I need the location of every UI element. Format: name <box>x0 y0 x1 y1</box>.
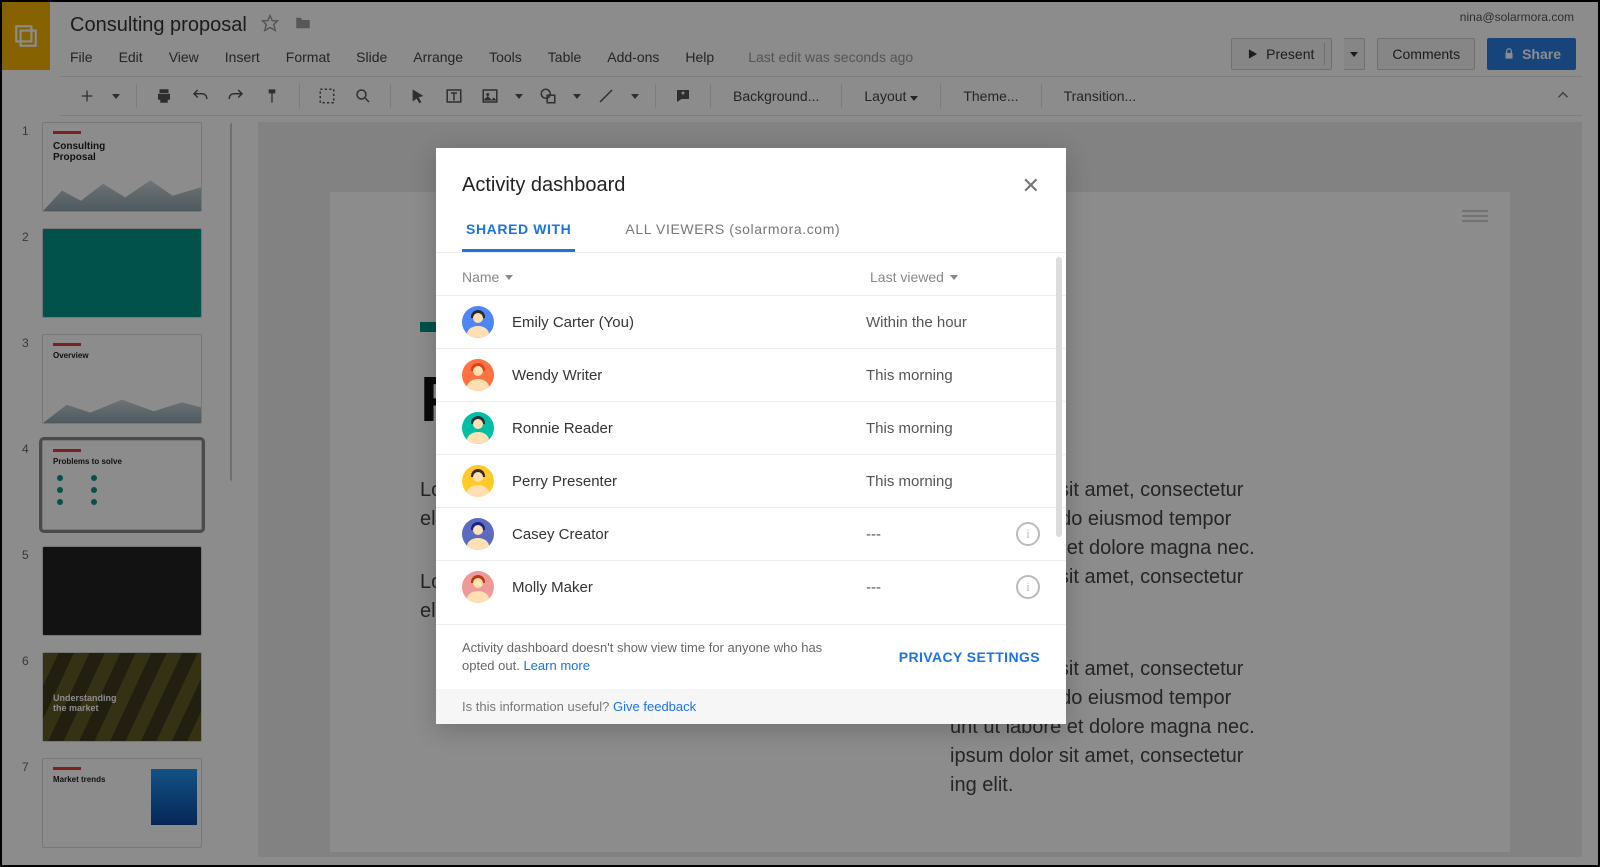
avatar <box>462 465 494 497</box>
app-window: Consulting proposal nina@solarmora.com F… <box>0 0 1600 867</box>
avatar <box>462 571 494 603</box>
activity-dashboard-dialog: Activity dashboard ✕ SHARED WITH ALL VIE… <box>436 148 1066 724</box>
viewer-row[interactable]: Perry PresenterThis morning <box>436 454 1066 507</box>
viewer-name: Casey Creator <box>512 526 866 543</box>
viewer-last-viewed: --- <box>866 579 1016 596</box>
learn-more-link[interactable]: Learn more <box>523 658 589 673</box>
dialog-body: Name Last viewed Emily Carter (You)Withi… <box>436 253 1066 624</box>
viewer-name: Wendy Writer <box>512 367 866 384</box>
viewer-name: Emily Carter (You) <box>512 314 866 331</box>
viewer-name: Perry Presenter <box>512 473 866 490</box>
viewer-last-viewed: --- <box>866 526 1016 543</box>
viewer-row[interactable]: Ronnie ReaderThis morning <box>436 401 1066 454</box>
avatar <box>462 412 494 444</box>
column-name[interactable]: Name <box>462 269 870 285</box>
viewer-row[interactable]: Emily Carter (You)Within the hour <box>436 295 1066 348</box>
column-last-viewed[interactable]: Last viewed <box>870 269 1040 285</box>
close-icon[interactable]: ✕ <box>1022 175 1040 197</box>
dialog-footer: Is this information useful? Give feedbac… <box>436 689 1066 724</box>
dialog-tabs: SHARED WITH ALL VIEWERS (solarmora.com) <box>436 211 1066 253</box>
sort-caret-icon <box>505 275 513 280</box>
privacy-settings-button[interactable]: PRIVACY SETTINGS <box>899 649 1040 665</box>
viewer-name: Molly Maker <box>512 579 866 596</box>
viewer-last-viewed: This morning <box>866 420 1016 437</box>
feedback-prompt: Is this information useful? <box>462 699 613 714</box>
opt-out-note: Activity dashboard doesn't show view tim… <box>462 639 842 675</box>
viewer-row[interactable]: Molly Maker---i <box>436 560 1066 613</box>
avatar <box>462 306 494 338</box>
sort-caret-icon <box>950 275 958 280</box>
info-icon[interactable]: i <box>1016 575 1040 599</box>
viewer-row[interactable]: Casey Creator---i <box>436 507 1066 560</box>
viewer-last-viewed: This morning <box>866 473 1016 490</box>
tab-shared-with[interactable]: SHARED WITH <box>462 211 575 252</box>
viewer-row[interactable]: Wendy WriterThis morning <box>436 348 1066 401</box>
info-icon[interactable]: i <box>1016 522 1040 546</box>
avatar <box>462 518 494 550</box>
avatar <box>462 359 494 391</box>
tab-all-viewers[interactable]: ALL VIEWERS (solarmora.com) <box>621 211 844 252</box>
viewer-name: Ronnie Reader <box>512 420 866 437</box>
scrollbar[interactable] <box>1056 257 1062 537</box>
give-feedback-link[interactable]: Give feedback <box>613 699 696 714</box>
viewer-last-viewed: Within the hour <box>866 314 1016 331</box>
dialog-title: Activity dashboard <box>462 174 625 197</box>
viewer-last-viewed: This morning <box>866 367 1016 384</box>
